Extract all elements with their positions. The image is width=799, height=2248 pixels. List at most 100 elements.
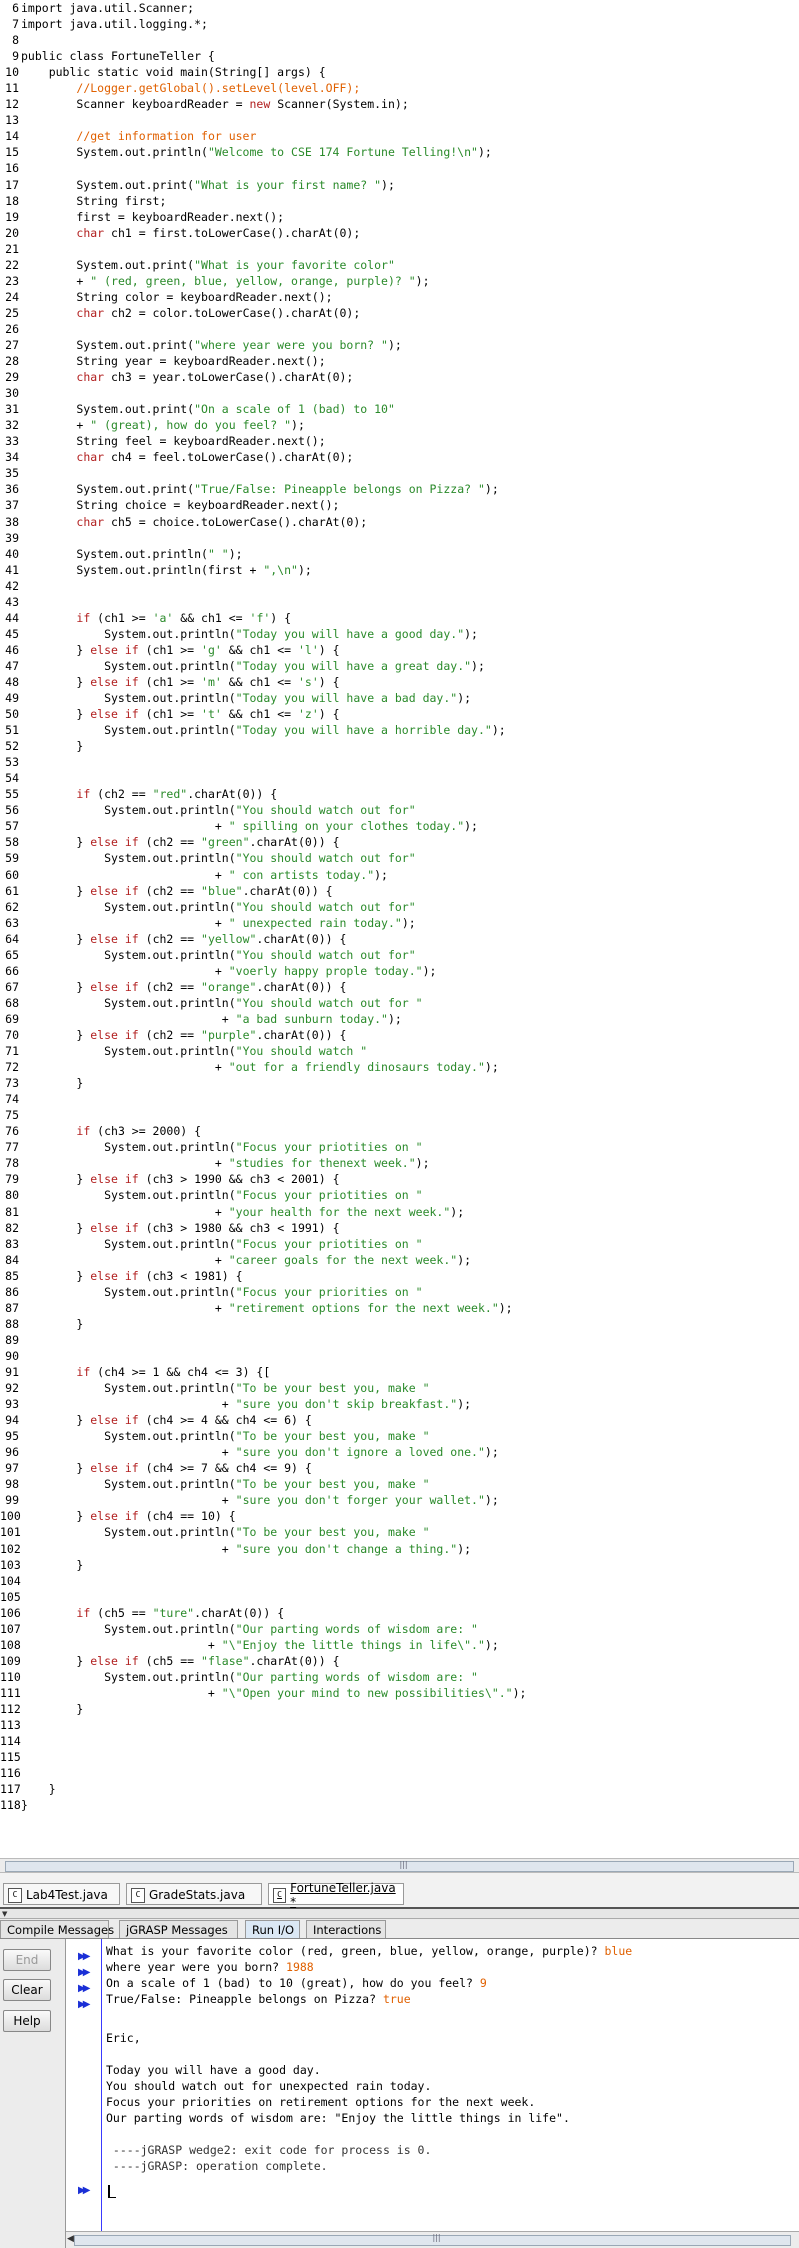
help-button[interactable]: Help xyxy=(3,2010,51,2032)
code-line[interactable]: 21 xyxy=(0,241,799,257)
code-line[interactable]: 8 xyxy=(0,32,799,48)
code-line[interactable]: 38 char ch5 = choice.toLowerCase().charA… xyxy=(0,514,799,530)
scroll-left-arrow-icon[interactable]: ◀ xyxy=(67,2234,74,2244)
code-line[interactable]: 35 xyxy=(0,465,799,481)
code-line[interactable]: 65 System.out.println("You should watch … xyxy=(0,947,799,963)
code-line[interactable]: 47 System.out.println("Today you will ha… xyxy=(0,658,799,674)
code-line[interactable]: 16 xyxy=(0,160,799,176)
code-line[interactable]: 114 xyxy=(0,1733,799,1749)
code-line[interactable]: 108 + "\"Enjoy the little things in life… xyxy=(0,1637,799,1653)
code-line[interactable]: 101 System.out.println("To be your best … xyxy=(0,1524,799,1540)
code-line[interactable]: 90 xyxy=(0,1348,799,1364)
code-line[interactable]: 30 xyxy=(0,385,799,401)
code-line[interactable]: 51 System.out.println("Today you will ha… xyxy=(0,722,799,738)
code-line[interactable]: 60 + " con artists today."); xyxy=(0,867,799,883)
code-line[interactable]: 89 xyxy=(0,1332,799,1348)
code-line[interactable]: 88 } xyxy=(0,1316,799,1332)
code-line[interactable]: 106 if (ch5 == "ture".charAt(0)) { xyxy=(0,1605,799,1621)
code-line[interactable]: 99 + "sure you don't forger your wallet.… xyxy=(0,1492,799,1508)
code-line[interactable]: 67 } else if (ch2 == "orange".charAt(0))… xyxy=(0,979,799,995)
code-line[interactable]: 92 System.out.println("To be your best y… xyxy=(0,1380,799,1396)
run-io-console[interactable]: ▶▶ ▶▶ ▶▶ ▶▶ ▶▶ What is your favorite col… xyxy=(66,1939,799,2231)
code-line[interactable]: 78 + "studies for thenext week."); xyxy=(0,1155,799,1171)
tab-run-io[interactable]: Run I/O xyxy=(245,1920,300,1938)
code-line[interactable]: 29 char ch3 = year.toLowerCase().charAt(… xyxy=(0,369,799,385)
code-line[interactable]: 93 + "sure you don't skip breakfast."); xyxy=(0,1396,799,1412)
code-line[interactable]: 15 System.out.println("Welcome to CSE 17… xyxy=(0,144,799,160)
code-line[interactable]: 97 } else if (ch4 >= 7 && ch4 <= 9) { xyxy=(0,1460,799,1476)
code-line[interactable]: 31 System.out.print("On a scale of 1 (ba… xyxy=(0,401,799,417)
tab-fortuneteller[interactable]: C FortuneTeller.java * xyxy=(268,1881,404,1909)
code-line[interactable]: 55 if (ch2 == "red".charAt(0)) { xyxy=(0,786,799,802)
code-line[interactable]: 111 + "\"Open your mind to new possibili… xyxy=(0,1685,799,1701)
code-line[interactable]: 110 System.out.println("Our parting word… xyxy=(0,1669,799,1685)
code-line[interactable]: 24 String color = keyboardReader.next(); xyxy=(0,289,799,305)
code-line[interactable]: 115 xyxy=(0,1749,799,1765)
code-line[interactable]: 98 System.out.println("To be your best y… xyxy=(0,1476,799,1492)
code-line[interactable]: 63 + " unexpected rain today."); xyxy=(0,915,799,931)
code-line[interactable]: 59 System.out.println("You should watch … xyxy=(0,850,799,866)
code-line[interactable]: 53 xyxy=(0,754,799,770)
code-line[interactable]: 49 System.out.println("Today you will ha… xyxy=(0,690,799,706)
code-line[interactable]: 7 import java.util.logging.*; xyxy=(0,16,799,32)
code-line[interactable]: 48 } else if (ch1 >= 'm' && ch1 <= 's') … xyxy=(0,674,799,690)
panel-splitter[interactable]: ▼ xyxy=(0,1909,799,1919)
code-line[interactable]: 27 System.out.print("where year were you… xyxy=(0,337,799,353)
code-line[interactable]: 33 String feel = keyboardReader.next(); xyxy=(0,433,799,449)
code-line[interactable]: 54 xyxy=(0,770,799,786)
editor-horizontal-scrollbar[interactable]: ||| xyxy=(0,1858,799,1873)
io-horizontal-scrollbar[interactable]: ◀ ||| xyxy=(66,2231,799,2248)
code-line[interactable]: 70 } else if (ch2 == "purple".charAt(0))… xyxy=(0,1027,799,1043)
code-line[interactable]: 56 System.out.println("You should watch … xyxy=(0,802,799,818)
code-line[interactable]: 46 } else if (ch1 >= 'g' && ch1 <= 'l') … xyxy=(0,642,799,658)
code-line[interactable]: 25 char ch2 = color.toLowerCase().charAt… xyxy=(0,305,799,321)
code-line[interactable]: 82 } else if (ch3 > 1980 && ch3 < 1991) … xyxy=(0,1220,799,1236)
code-line[interactable]: 86 System.out.println("Focus your priori… xyxy=(0,1284,799,1300)
code-line[interactable]: 22 System.out.print("What is your favori… xyxy=(0,257,799,273)
code-line[interactable]: 112 } xyxy=(0,1701,799,1717)
code-line[interactable]: 19 first = keyboardReader.next(); xyxy=(0,209,799,225)
code-line[interactable]: 62 System.out.println("You should watch … xyxy=(0,899,799,915)
code-line[interactable]: 81 + "your health for the next week."); xyxy=(0,1204,799,1220)
code-line[interactable]: 23 + " (red, green, blue, yellow, orange… xyxy=(0,273,799,289)
code-line[interactable]: 69 + "a bad sunburn today."); xyxy=(0,1011,799,1027)
code-editor[interactable]: 6 import java.util.Scanner; 7 import java.u… xyxy=(0,0,799,1858)
code-line[interactable]: 102 + "sure you don't change a thing."); xyxy=(0,1541,799,1557)
code-line[interactable]: 64 } else if (ch2 == "yellow".charAt(0))… xyxy=(0,931,799,947)
code-line[interactable]: 104 xyxy=(0,1573,799,1589)
code-line[interactable]: 11 //Logger.getGlobal().setLevel(level.O… xyxy=(0,80,799,96)
code-line[interactable]: 32 + " (great), how do you feel? "); xyxy=(0,417,799,433)
code-line[interactable]: 28 String year = keyboardReader.next(); xyxy=(0,353,799,369)
code-line[interactable]: 71 System.out.println("You should watch … xyxy=(0,1043,799,1059)
code-line[interactable]: 57 + " spilling on your clothes today.")… xyxy=(0,818,799,834)
code-line[interactable]: 10 public static void main(String[] args… xyxy=(0,64,799,80)
code-line[interactable]: 76 if (ch3 >= 2000) { xyxy=(0,1123,799,1139)
code-line[interactable]: 50 } else if (ch1 >= 't' && ch1 <= 'z') … xyxy=(0,706,799,722)
code-line[interactable]: 36 System.out.print("True/False: Pineapp… xyxy=(0,481,799,497)
code-line[interactable]: 77 System.out.println("Focus your prioti… xyxy=(0,1139,799,1155)
code-line[interactable]: 94 } else if (ch4 >= 4 && ch4 <= 6) { xyxy=(0,1412,799,1428)
code-line[interactable]: 41 System.out.println(first + ",\n"); xyxy=(0,562,799,578)
code-line[interactable]: 83 System.out.println("Focus your prioti… xyxy=(0,1236,799,1252)
code-line[interactable]: 52 } xyxy=(0,738,799,754)
code-line[interactable]: 61 } else if (ch2 == "blue".charAt(0)) { xyxy=(0,883,799,899)
tab-interactions[interactable]: Interactions xyxy=(306,1920,386,1938)
code-line[interactable]: 14 //get information for user xyxy=(0,128,799,144)
tab-gradestats[interactable]: C GradeStats.java xyxy=(126,1883,262,1905)
code-line[interactable]: 109 } else if (ch5 == "flase".charAt(0))… xyxy=(0,1653,799,1669)
code-line[interactable]: 73 } xyxy=(0,1075,799,1091)
code-line[interactable]: 96 + "sure you don't ignore a loved one.… xyxy=(0,1444,799,1460)
code-line[interactable]: 91 if (ch4 >= 1 && ch4 <= 3) {[ xyxy=(0,1364,799,1380)
code-line[interactable]: 87 + "retirement options for the next we… xyxy=(0,1300,799,1316)
code-line[interactable]: 84 + "career goals for the next week."); xyxy=(0,1252,799,1268)
code-line[interactable]: 17 System.out.print("What is your first … xyxy=(0,177,799,193)
code-line[interactable]: 80 System.out.println("Focus your prioti… xyxy=(0,1187,799,1203)
code-line[interactable]: 42 xyxy=(0,578,799,594)
code-line[interactable]: 100 } else if (ch4 == 10) { xyxy=(0,1508,799,1524)
code-line[interactable]: 118} xyxy=(0,1797,799,1813)
code-line[interactable]: 113 xyxy=(0,1717,799,1733)
clear-button[interactable]: Clear xyxy=(3,1979,51,2001)
code-line[interactable]: 72 + "out for a friendly dinosaurs today… xyxy=(0,1059,799,1075)
code-line[interactable]: 95 System.out.println("To be your best y… xyxy=(0,1428,799,1444)
code-line[interactable]: 75 xyxy=(0,1107,799,1123)
